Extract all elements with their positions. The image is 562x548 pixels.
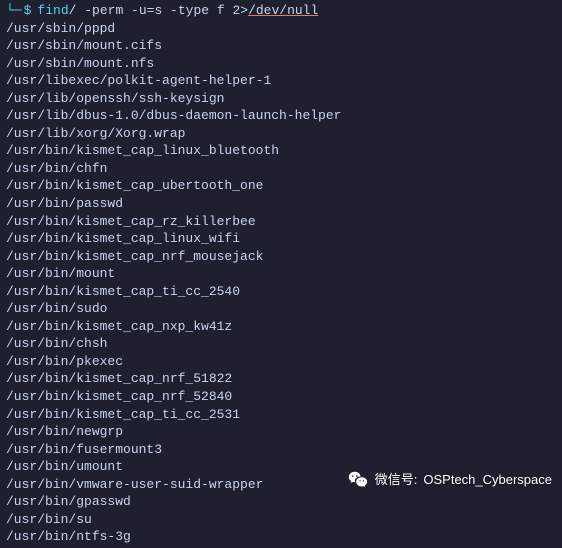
output-line: /usr/lib/openssh/ssh-keysign [6, 90, 556, 108]
output-line: /usr/bin/kismet_cap_ti_cc_2540 [6, 283, 556, 301]
output-line: /usr/lib/dbus-1.0/dbus-daemon-launch-hel… [6, 107, 556, 125]
output-line: /usr/bin/su [6, 511, 556, 529]
output-line: /usr/bin/sudo [6, 300, 556, 318]
output-line: /usr/bin/kismet_cap_ti_cc_2531 [6, 406, 556, 424]
prompt-prefix: └─ [6, 2, 22, 20]
output-line: /usr/sbin/mount.cifs [6, 37, 556, 55]
output-line: /usr/libexec/polkit-agent-helper-1 [6, 72, 556, 90]
output-line: /usr/bin/kismet_cap_linux_wifi [6, 230, 556, 248]
output-line: /usr/bin/kismet_cap_nrf_52840 [6, 388, 556, 406]
command-name: find [37, 2, 68, 20]
output-line: /usr/bin/pkexec [6, 353, 556, 371]
watermark-prefix: 微信号: [375, 471, 418, 489]
terminal-output: └─ $ find / -perm -u=s -type f 2> /dev/n… [0, 0, 562, 548]
output-line: /usr/bin/gpasswd [6, 493, 556, 511]
command-args: / -perm -u=s -type f 2> [69, 2, 248, 20]
command-prompt-line: └─ $ find / -perm -u=s -type f 2> /dev/n… [6, 2, 556, 20]
output-line: /usr/bin/mount [6, 265, 556, 283]
output-line: /usr/bin/chfn [6, 160, 556, 178]
output-list: /usr/sbin/pppd/usr/sbin/mount.cifs/usr/s… [6, 20, 556, 546]
output-line: /usr/bin/kismet_cap_nrf_mousejack [6, 248, 556, 266]
output-line: /usr/bin/passwd [6, 195, 556, 213]
output-line: /usr/bin/kismet_cap_rz_killerbee [6, 213, 556, 231]
command-redirect: /dev/null [248, 2, 318, 20]
output-line: /usr/bin/kismet_cap_nxp_kw41z [6, 318, 556, 336]
wechat-icon [347, 469, 369, 491]
prompt-dollar: $ [24, 2, 32, 20]
output-line: /usr/lib/xorg/Xorg.wrap [6, 125, 556, 143]
watermark-name: OSPtech_Cyberspace [423, 471, 552, 489]
output-line: /usr/bin/chsh [6, 335, 556, 353]
output-line: /usr/bin/kismet_cap_ubertooth_one [6, 177, 556, 195]
output-line: /usr/bin/newgrp [6, 423, 556, 441]
output-line: /usr/bin/kismet_cap_nrf_51822 [6, 370, 556, 388]
output-line: /usr/sbin/pppd [6, 20, 556, 38]
output-line: /usr/bin/fusermount3 [6, 441, 556, 459]
output-line: /usr/bin/ntfs-3g [6, 528, 556, 546]
output-line: /usr/bin/kismet_cap_linux_bluetooth [6, 142, 556, 160]
watermark: 微信号: OSPtech_Cyberspace [347, 469, 552, 491]
output-line: /usr/sbin/mount.nfs [6, 55, 556, 73]
